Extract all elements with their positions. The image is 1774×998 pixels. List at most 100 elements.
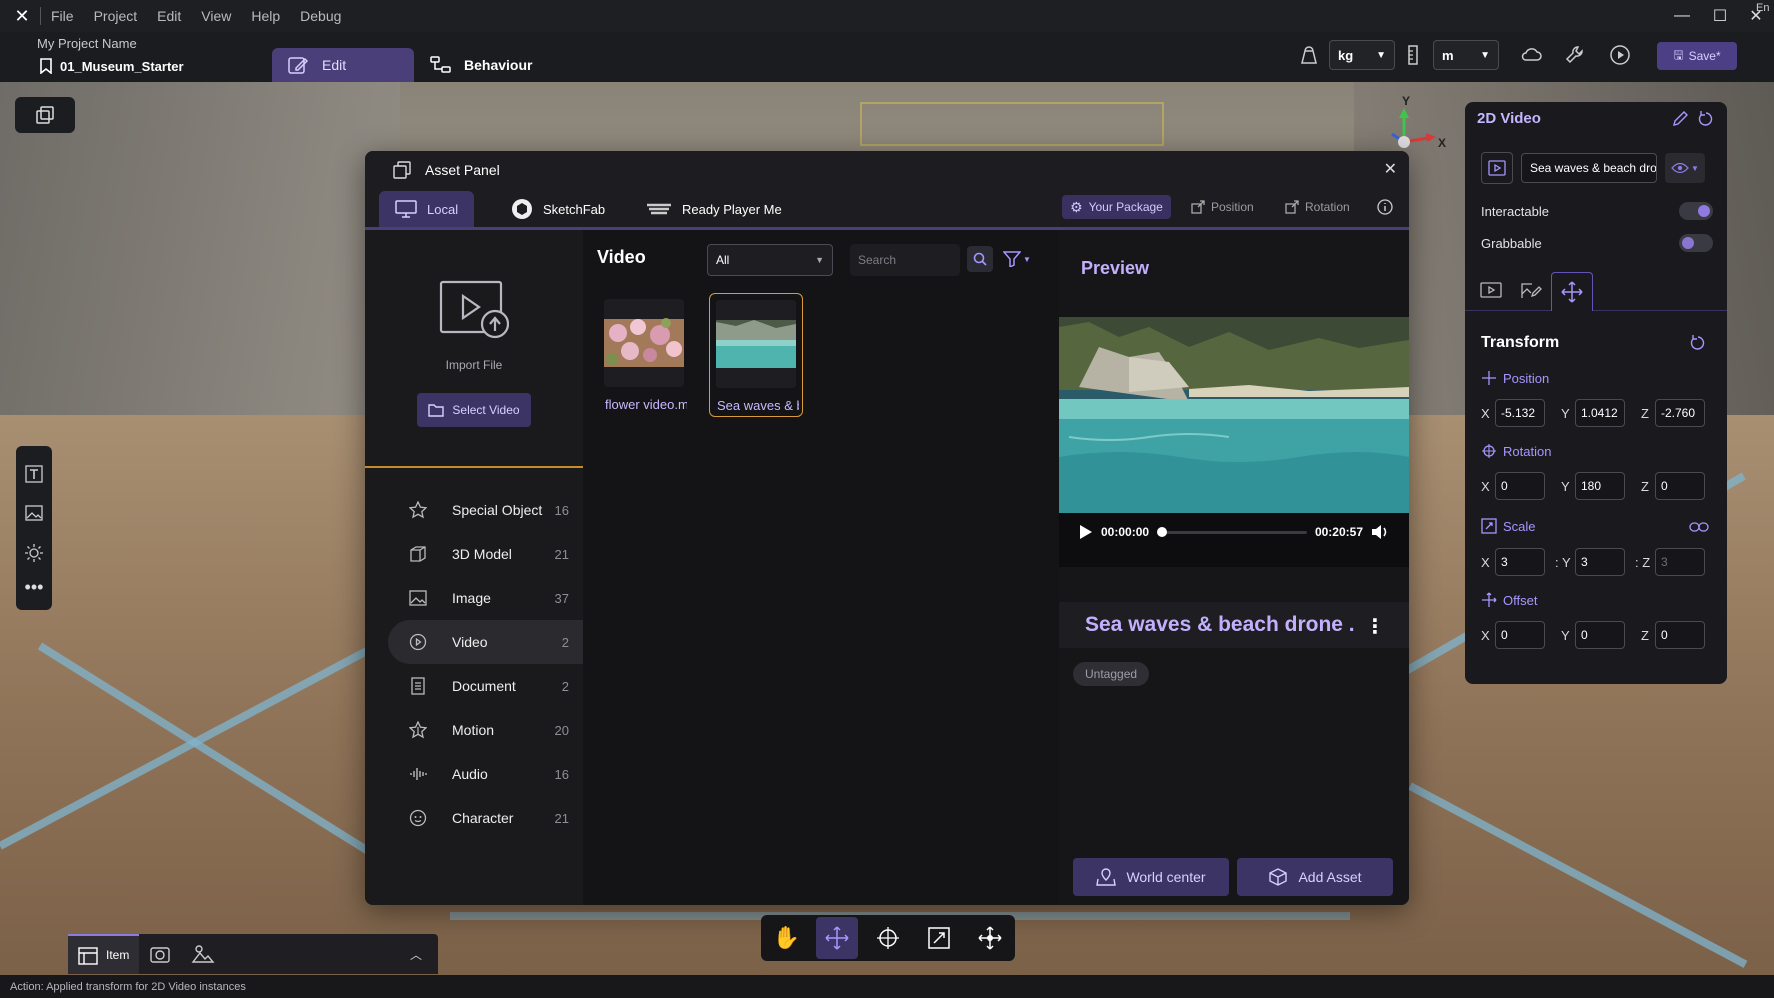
- play-icon[interactable]: [1609, 40, 1631, 70]
- mass-unit-select[interactable]: kg ▼: [1329, 40, 1395, 70]
- menu-view[interactable]: View: [201, 8, 231, 24]
- more-icon[interactable]: •••: [25, 578, 44, 596]
- visibility-toggle[interactable]: ▼: [1665, 153, 1705, 183]
- maximize-icon[interactable]: ☐: [1704, 0, 1736, 32]
- kebab-menu-icon[interactable]: ⋮: [1365, 614, 1385, 639]
- window-toggle-button[interactable]: [15, 97, 75, 133]
- scale-x-input[interactable]: 3: [1495, 548, 1545, 576]
- rotate-tool-button[interactable]: [867, 917, 909, 959]
- wrench-icon[interactable]: [1564, 40, 1586, 70]
- menu-edit[interactable]: Edit: [157, 8, 181, 24]
- import-area[interactable]: Import File Select Video: [365, 230, 583, 468]
- tab-sketchfab[interactable]: SketchFab: [511, 191, 605, 227]
- video-progress-knob[interactable]: [1157, 526, 1168, 537]
- edit-icon: [288, 57, 309, 74]
- filter-button[interactable]: ▼: [1003, 246, 1031, 272]
- world-center-button[interactable]: World center: [1073, 858, 1229, 896]
- search-button[interactable]: [967, 246, 993, 272]
- tab-appearance[interactable]: [1511, 272, 1551, 308]
- reset-transform-icon[interactable]: [1689, 334, 1707, 352]
- hand-tool-button[interactable]: ✋: [765, 917, 807, 959]
- tab-local[interactable]: Local: [379, 191, 475, 227]
- scale-y-input[interactable]: 3: [1575, 548, 1625, 576]
- rotate-icon: [876, 927, 899, 949]
- interactable-toggle[interactable]: [1679, 202, 1713, 220]
- category-special-object[interactable]: Special Object 16: [388, 488, 583, 532]
- tab-your-package[interactable]: ⚙ Your Package: [1062, 195, 1171, 219]
- object-name-field[interactable]: Sea waves & beach drone: [1521, 153, 1657, 183]
- volume-icon[interactable]: [1371, 524, 1389, 540]
- asset-card[interactable]: flower video.mp4: [598, 293, 692, 417]
- position-y-input[interactable]: 1.0412: [1575, 399, 1625, 427]
- play-icon[interactable]: [1079, 524, 1093, 540]
- menu-help[interactable]: Help: [251, 8, 280, 24]
- video-progress-track[interactable]: [1157, 526, 1307, 537]
- image-icon[interactable]: [24, 503, 44, 523]
- position-label: Position: [1503, 370, 1550, 386]
- menu-debug[interactable]: Debug: [300, 8, 341, 24]
- menu-file[interactable]: File: [51, 8, 74, 24]
- axis-x-label: X: [1481, 554, 1490, 570]
- cloud-icon[interactable]: [1520, 40, 1542, 70]
- category-audio[interactable]: Audio 16: [388, 752, 583, 796]
- position-z-input[interactable]: -2.760: [1655, 399, 1705, 427]
- language-indicator: En: [1756, 2, 1770, 14]
- tab-edit[interactable]: Edit: [272, 48, 414, 82]
- offset-z-input[interactable]: 0: [1655, 621, 1705, 649]
- add-asset-button[interactable]: Add Asset: [1237, 858, 1393, 896]
- tab-environment[interactable]: [181, 934, 225, 974]
- tab-camera[interactable]: [139, 934, 181, 974]
- position-x-input[interactable]: -5.132: [1495, 399, 1545, 427]
- chevron-up-icon[interactable]: ︿: [410, 946, 422, 963]
- category-3d-model[interactable]: 3D Model 21: [388, 532, 583, 576]
- category-count: 2: [561, 678, 569, 694]
- character-icon: [408, 808, 428, 828]
- select-video-button[interactable]: Select Video: [417, 393, 531, 427]
- tab-transform[interactable]: [1551, 272, 1593, 311]
- gizmo-x-label: X: [1438, 136, 1447, 150]
- info-icon[interactable]: [1377, 195, 1393, 219]
- rotation-z-input[interactable]: 0: [1655, 472, 1705, 500]
- category-character[interactable]: Character 21: [388, 796, 583, 840]
- reset-icon[interactable]: [1697, 110, 1715, 128]
- tab-ready-player-me[interactable]: Ready Player Me: [646, 191, 782, 227]
- offset-x-input[interactable]: 0: [1495, 621, 1545, 649]
- tab-position-label: Position: [1211, 200, 1254, 214]
- add-asset-label: Add Asset: [1298, 869, 1362, 885]
- category-image[interactable]: Image 37: [388, 576, 583, 620]
- rotation-y-input[interactable]: 180: [1575, 472, 1625, 500]
- offset-header: Offset: [1481, 592, 1537, 608]
- pencil-icon[interactable]: [1671, 110, 1689, 128]
- tab-item[interactable]: Item: [68, 934, 140, 974]
- tab-behaviour[interactable]: Behaviour: [430, 48, 532, 82]
- category-motion[interactable]: Motion 20: [388, 708, 583, 752]
- category-video[interactable]: Video 2: [388, 620, 583, 664]
- asset-card-selected[interactable]: Sea waves & beach drone: [709, 293, 803, 417]
- light-icon[interactable]: [24, 543, 44, 563]
- pivot-tool-button[interactable]: [969, 917, 1011, 959]
- asset-filter-select[interactable]: All ▼: [707, 244, 833, 276]
- category-count: 21: [554, 810, 569, 826]
- scale-tool-button[interactable]: [918, 917, 960, 959]
- category-document[interactable]: Document 2: [388, 664, 583, 708]
- link-icon[interactable]: [1689, 520, 1709, 534]
- text-icon[interactable]: [24, 464, 44, 484]
- length-unit-select[interactable]: m ▼: [1433, 40, 1499, 70]
- menu-project[interactable]: Project: [94, 8, 138, 24]
- category-label: Image: [452, 590, 491, 606]
- scale-z-input[interactable]: 3: [1655, 548, 1705, 576]
- tab-rotation[interactable]: Rotation: [1285, 195, 1350, 219]
- tab-position[interactable]: Position: [1191, 195, 1254, 219]
- tab-video-settings[interactable]: [1471, 272, 1511, 308]
- minimize-icon[interactable]: —: [1666, 0, 1698, 32]
- offset-y-input[interactable]: 0: [1575, 621, 1625, 649]
- move-tool-button[interactable]: [816, 917, 859, 959]
- scene-name[interactable]: 01_Museum_Starter: [40, 58, 184, 74]
- axis-x-label: X: [1481, 405, 1490, 421]
- tag-badge[interactable]: Untagged: [1073, 662, 1150, 686]
- rotation-x-input[interactable]: 0: [1495, 472, 1545, 500]
- grabbable-toggle[interactable]: [1679, 234, 1713, 252]
- close-icon[interactable]: ✕: [1384, 159, 1397, 179]
- search-input[interactable]: [850, 244, 960, 276]
- save-button[interactable]: 🖫 Save*: [1657, 42, 1737, 70]
